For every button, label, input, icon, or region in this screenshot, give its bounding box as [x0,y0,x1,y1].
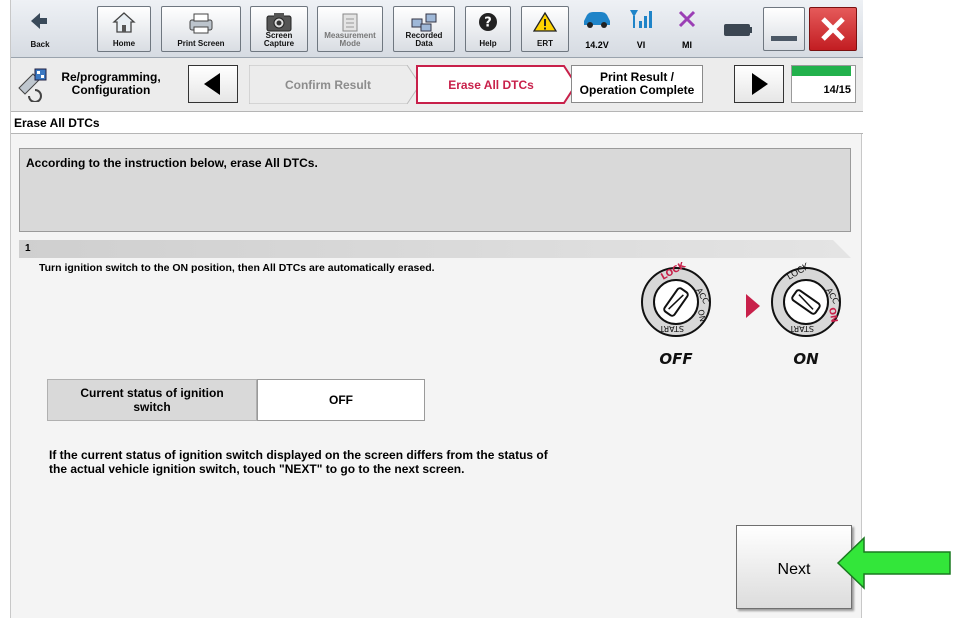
progress-indicator: 14/15 [791,65,856,103]
toolbar: Back Home Print Screen Screen Capture Me… [11,0,863,58]
step-erase-all-dtcs: Erase All DTCs [448,77,534,92]
screen-capture-button[interactable]: Screen Capture [250,6,308,52]
note-text: If the current status of ignition switch… [49,448,649,476]
close-button[interactable] [809,7,857,51]
battery-icon [724,24,752,36]
voltage-label: 14.2V [585,40,609,50]
step-print-result: Print Result / Operation Complete [571,65,703,103]
svg-text:?: ? [484,16,492,31]
note-line-1: If the current status of ignition switch… [49,448,548,462]
consult-app-window: Back Home Print Screen Screen Capture Me… [10,0,863,618]
ignition-on-icon: LOCK ACC ON START ON [771,262,841,368]
note-line-2: the actual vehicle ignition switch, touc… [49,462,465,476]
off-key-start-text: START [659,324,684,333]
signal-icon [630,10,652,28]
breadcrumb: Re/programming, Configuration Confirm Re… [11,58,863,112]
next-button[interactable]: Next [736,525,852,609]
minimize-button[interactable] [763,7,805,51]
step-text: Turn ignition switch to the ON position,… [39,262,435,274]
home-label: Home [112,39,136,48]
app-title-line-2: Configuration [71,83,151,97]
battery-voltage-status: 14.2V [577,8,617,50]
help-button[interactable]: ? Help [465,6,511,52]
left-triangle-icon [204,73,220,95]
on-label: ON [793,350,819,368]
printer-icon [189,13,213,34]
vi-label: VI [636,40,646,50]
print-screen-label: Print Screen [177,39,225,48]
app-title-line-1: Re/programming, [61,70,161,84]
close-icon [821,17,845,41]
measurement-label-2: Mode [339,39,361,48]
step-print-result-line-1: Print Result / [599,70,674,84]
mi-label: MI [682,40,692,50]
back-button[interactable]: Back [13,6,67,52]
ignition-key-illustration: LOCK ACC ON START OFF LOCK ACC ON START … [641,262,841,368]
recorded-data-icon [411,13,437,32]
step-print-result-line-2: Operation Complete [579,83,695,97]
back-label: Back [30,40,50,49]
step-header: 1 [19,240,851,258]
right-triangle-icon [752,73,768,95]
ert-label: ERT [537,39,553,48]
vi-status: VI [621,8,661,50]
app-title: Re/programming, Configuration [51,71,171,97]
ignition-status-value: OFF [257,379,425,421]
recorded-data-button[interactable]: Recorded Data [393,6,455,52]
step-number: 1 [25,243,31,254]
step-header-bar [19,240,851,258]
arrow-right-icon [746,294,760,318]
off-label: OFF [659,350,693,368]
measurement-mode-button[interactable]: Measurement Mode [317,6,383,52]
help-icon: ? [479,13,497,31]
next-step-button[interactable] [734,65,784,103]
print-screen-button[interactable]: Print Screen [161,6,241,52]
home-button[interactable]: Home [97,6,151,52]
on-key-start-text: START [789,324,814,333]
previous-step-button[interactable] [188,65,238,103]
x-mark-icon [678,10,696,28]
mi-status: MI [667,8,707,50]
car-icon [584,12,610,28]
clipboard-icon [342,13,358,32]
ert-button[interactable]: ERT [521,6,569,52]
instruction-panel: According to the instruction below, eras… [19,148,851,232]
home-icon [112,12,136,33]
help-label: Help [479,39,497,48]
back-arrow-icon [31,13,47,29]
ignition-status-label-line-1: Current status of ignition [80,386,224,400]
screen-capture-label-2: Capture [263,39,295,48]
progress-bar-fill [792,66,851,76]
ignition-status-label-line-2: switch [133,400,171,414]
step-confirm-result: Confirm Result [284,77,371,92]
ignition-off-icon: LOCK ACC ON START OFF [641,262,711,368]
reprogramming-icon [18,68,47,102]
warning-icon [532,11,558,32]
page-title: Erase All DTCs [11,112,863,134]
ignition-status-label: Current status of ignition switch [47,379,257,421]
green-pointer-arrow-icon [836,536,951,590]
progress-count: 14/15 [823,84,851,96]
minimize-icon [771,36,797,41]
recorded-data-label-2: Data [415,39,433,48]
camera-icon [266,13,292,32]
